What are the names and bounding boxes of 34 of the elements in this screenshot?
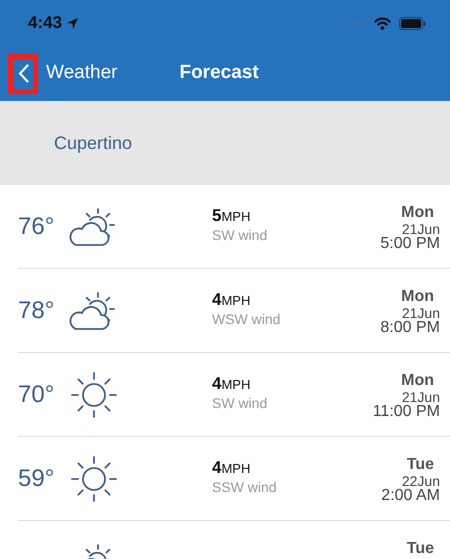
wifi-icon <box>374 16 391 30</box>
forecast-date: 22Jun <box>402 474 440 488</box>
wind-direction: SSW wind <box>212 478 278 498</box>
forecast-date: 21Jun <box>402 306 440 320</box>
screen-title: Forecast <box>179 61 259 86</box>
forecast-day: Tue <box>381 457 434 474</box>
forecast-day: Tue <box>406 541 434 558</box>
temperature: 59° <box>18 464 54 492</box>
temperature: 76° <box>18 212 54 240</box>
forecast-day: Mon <box>380 205 434 222</box>
status-time: 4:43 <box>28 12 62 34</box>
wind-speed: 4MPH <box>212 290 252 310</box>
back-button[interactable]: Weather <box>8 54 118 94</box>
forecast-time: 2:00 AM <box>381 488 440 506</box>
forecast-day: Mon <box>380 289 434 306</box>
wind-speed: 5MPH <box>212 206 252 226</box>
chevron-left-icon <box>18 64 28 83</box>
wind-direction: WSW wind <box>212 310 282 330</box>
temperature: 78° <box>18 296 54 324</box>
location-name: Cupertino <box>54 132 132 155</box>
signal-icon <box>347 21 366 25</box>
forecast-time: 5:00 PM <box>380 236 440 254</box>
wind-direction: SW wind <box>212 394 268 414</box>
forecast-day: Mon <box>372 373 434 390</box>
location-arrow-icon <box>66 16 80 30</box>
forecast-time: 11:00 PM <box>372 404 440 422</box>
forecast-date: 21Jun <box>402 390 440 404</box>
wind-speed: 4MPH <box>212 374 252 394</box>
forecast-date: 21Jun <box>402 222 440 236</box>
forecast-time: 8:00 PM <box>380 320 440 338</box>
battery-icon <box>399 16 426 30</box>
wind-direction: SW wind <box>212 226 268 246</box>
wind-speed: 4MPH <box>212 458 252 478</box>
temperature: 70° <box>18 380 54 408</box>
